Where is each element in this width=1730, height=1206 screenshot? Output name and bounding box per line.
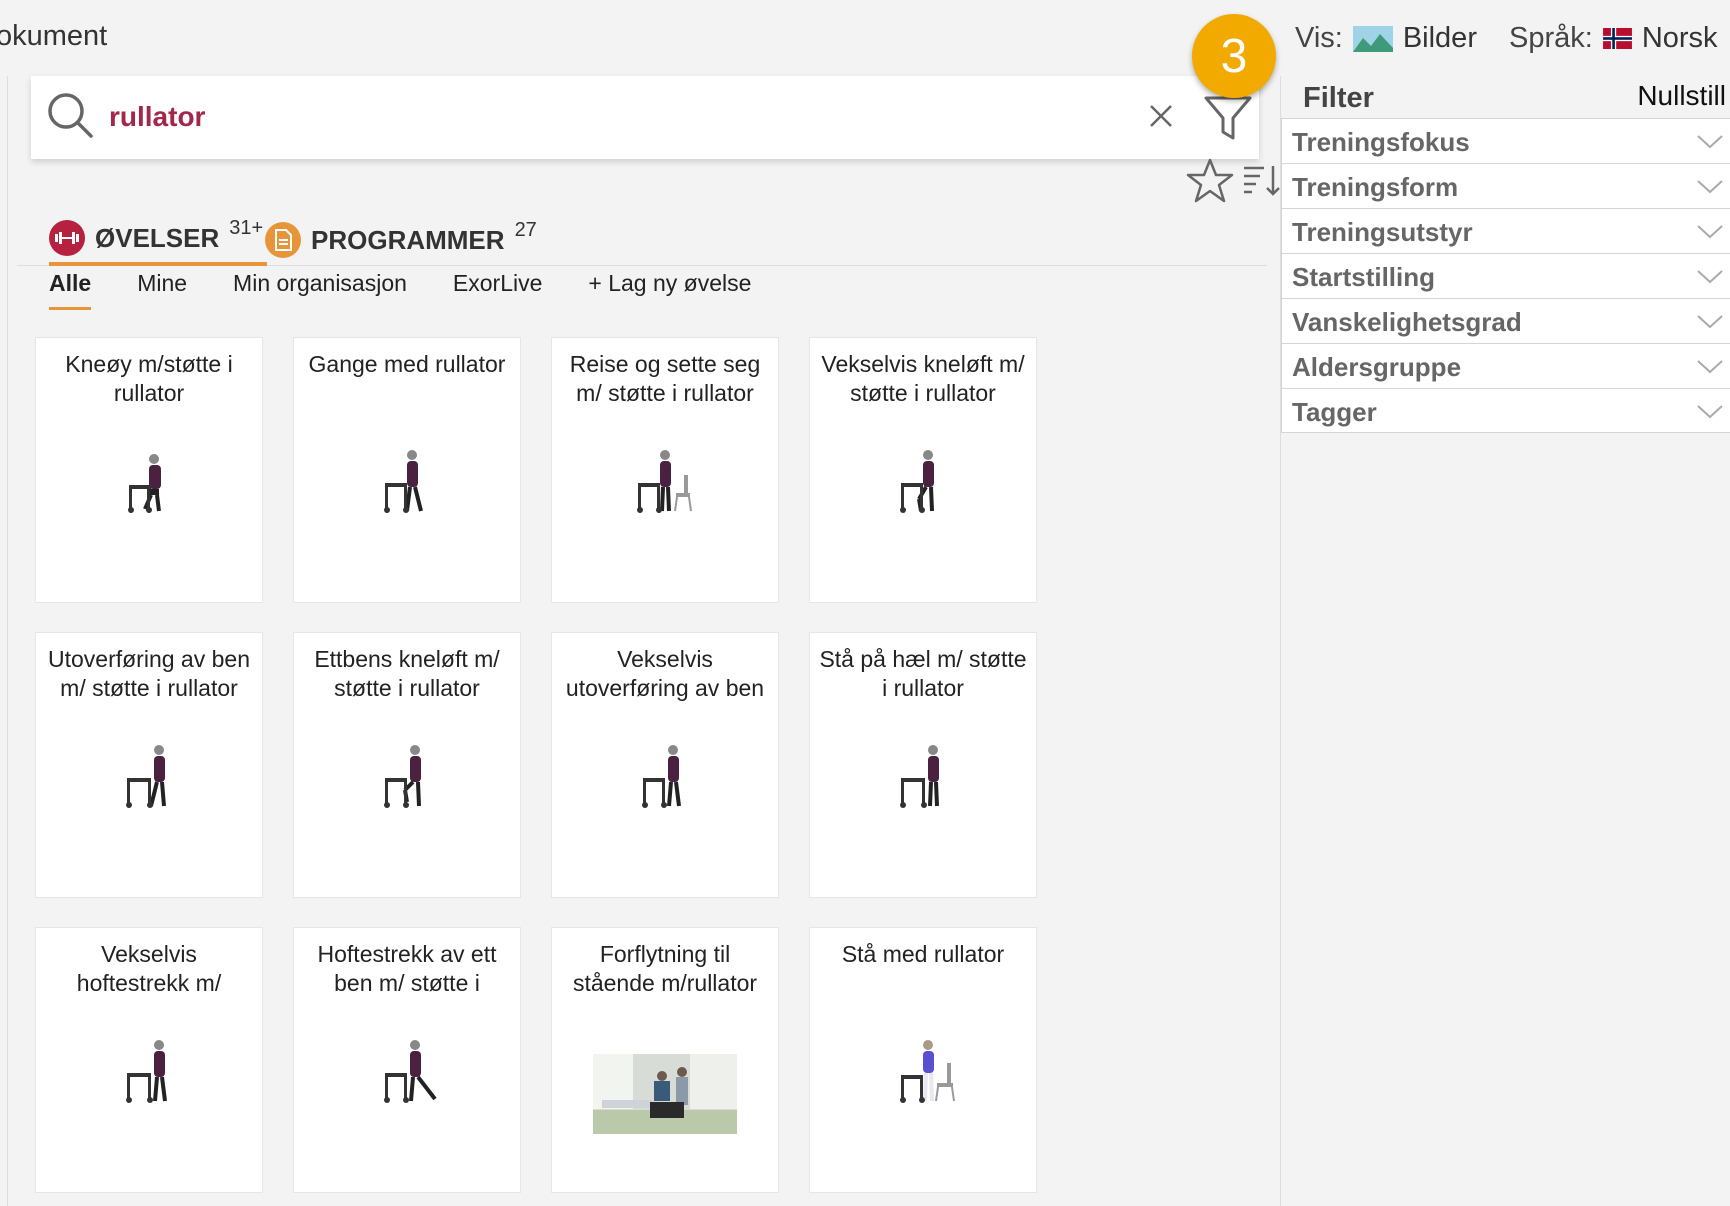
filter-panel: Filter Nullstill Treningsfokus Treningsf… (1280, 76, 1730, 1206)
chevron-down-icon (1697, 405, 1723, 419)
exercise-thumbnail (126, 745, 166, 808)
create-exercise-link[interactable]: + Lag ny øvelse (588, 270, 751, 310)
chevron-down-icon (1697, 360, 1723, 374)
exercise-card[interactable]: Stå på hæl m/ støtte i rullator (809, 632, 1037, 898)
search-input[interactable] (109, 94, 1009, 140)
filter-list: Treningsfokus Treningsform Treningsutsty… (1281, 118, 1730, 433)
exercise-thumbnail (642, 745, 681, 808)
exercise-title: Forflytning til stående m/rullator (572, 941, 758, 996)
filter-item-label: Startstilling (1292, 262, 1436, 292)
exercise-thumbnail (900, 450, 934, 513)
tab-exercises-label: ØVELSER (95, 222, 220, 253)
document-title: okument (0, 20, 108, 52)
filter-item-tags[interactable]: Tagger (1281, 388, 1730, 433)
filter-item-label: Treningsutstyr (1292, 217, 1473, 247)
exercise-title: Stå med rullator (841, 941, 1005, 967)
filter-item-training-form[interactable]: Treningsform (1281, 163, 1730, 208)
filter-item-difficulty[interactable]: Vanskelighetsgrad (1281, 298, 1730, 343)
exercise-title: Gange med rullator (308, 351, 506, 377)
subtab-exorlive[interactable]: ExorLive (453, 270, 542, 310)
filter-heading: Filter (1303, 82, 1374, 114)
dumbbell-icon (49, 220, 85, 256)
main-content: ØVELSER 31+ PROGRAMMER 27 Alle Mine Min … (9, 76, 1282, 1206)
filter-item-label: Treningsfokus (1292, 127, 1470, 157)
exercise-title: Reise og sette seg m/ støtte i rullator (569, 351, 761, 406)
sort-icon[interactable] (1242, 162, 1282, 198)
chevron-down-icon (1697, 225, 1723, 239)
exercise-title: Utoverføring av ben m/ støtte i rullator (48, 646, 250, 701)
norway-flag-icon (1602, 28, 1632, 49)
tab-programs[interactable]: PROGRAMMER 27 (265, 214, 537, 266)
exercise-card[interactable]: Kneøy m/støtte i rullator (35, 337, 263, 603)
view-label: Vis: (1295, 22, 1343, 54)
exercise-title: Vekselvis hoftestrekk m/ (76, 941, 222, 996)
search-bar (31, 76, 1259, 159)
language-value: Norsk (1641, 22, 1718, 54)
exercise-thumbnail (128, 454, 161, 513)
language-label: Språk: (1509, 22, 1593, 54)
exercise-card[interactable]: Utoverføring av ben m/ støtte i rullator (35, 632, 263, 898)
subtab-organization[interactable]: Min organisasjon (233, 270, 407, 310)
exercise-card[interactable]: Forflytning til stående m/rullator (551, 927, 779, 1193)
exercise-title: Vekselvis kneløft m/ støtte i rullator (821, 351, 1025, 406)
tab-programs-label: PROGRAMMER (311, 224, 505, 255)
close-icon[interactable] (1143, 98, 1179, 134)
exercise-card[interactable]: Gange med rullator (293, 337, 521, 603)
exercise-card[interactable]: Vekselvis kneløft m/ støtte i rullator (809, 337, 1037, 603)
view-selector[interactable]: Vis: Bilder (1295, 22, 1477, 55)
subtab-mine[interactable]: Mine (137, 270, 187, 310)
exercise-title: Vekselvis utoverføring av ben (565, 646, 765, 701)
document-icon (265, 222, 301, 258)
filter-item-start-position[interactable]: Startstilling (1281, 253, 1730, 298)
exercise-title: Stå på hæl m/ støtte i rullator (819, 646, 1027, 701)
tab-exercises[interactable]: ØVELSER 31+ (49, 214, 268, 266)
exercise-thumbnail (900, 745, 939, 808)
filter-item-label: Vanskelighetsgrad (1292, 307, 1522, 337)
filter-reset-link[interactable]: Nullstill (1637, 80, 1726, 112)
filter-item-age-group[interactable]: Aldersgruppe (1281, 343, 1730, 388)
chevron-down-icon (1697, 180, 1723, 194)
exercise-thumbnail (900, 1040, 955, 1103)
chevron-down-icon (1697, 135, 1723, 149)
content-tabs: ØVELSER 31+ PROGRAMMER 27 (17, 214, 1267, 266)
top-bar: okument Vis: Bilder Språk: Norsk (0, 0, 1730, 76)
exercise-card[interactable]: Vekselvis hoftestrekk m/ (35, 927, 263, 1193)
favorite-star-icon[interactable] (1185, 156, 1235, 206)
exercise-thumbnail (126, 1040, 167, 1103)
exercise-thumbnail (637, 450, 692, 513)
subtab-bar: Alle Mine Min organisasjon ExorLive + La… (49, 270, 797, 310)
filter-item-label: Treningsform (1292, 172, 1459, 202)
exercise-card[interactable]: Reise og sette seg m/ støtte i rullator (551, 337, 779, 603)
filter-item-label: Tagger (1292, 397, 1377, 427)
exercise-thumbnail (384, 745, 421, 808)
filter-item-training-focus[interactable]: Treningsfokus (1281, 118, 1730, 163)
exercise-card[interactable]: Hoftestrekk av ett ben m/ støtte i (293, 927, 521, 1193)
view-value: Bilder (1402, 22, 1477, 54)
search-icon (48, 93, 93, 138)
exercise-title: Hoftestrekk av ett ben m/ støtte i (317, 941, 497, 996)
filter-item-label: Aldersgruppe (1292, 352, 1462, 382)
exercise-thumbnail (384, 1040, 437, 1103)
tab-exercises-count: 31+ (229, 216, 264, 239)
exercise-title: Ettbens kneløft m/ støtte i rullator (314, 646, 500, 701)
exercise-photo (593, 1054, 737, 1134)
chevron-down-icon (1697, 315, 1723, 329)
exercise-thumbnail (384, 450, 423, 513)
landscape-icon (1352, 25, 1393, 52)
step-badge: 3 (1192, 14, 1276, 98)
subtab-all[interactable]: Alle (49, 270, 92, 310)
exercise-card[interactable]: Ettbens kneløft m/ støtte i rullator (293, 632, 521, 898)
chevron-down-icon (1697, 270, 1723, 284)
filter-item-equipment[interactable]: Treningsutstyr (1281, 208, 1730, 253)
left-sidebar-edge (0, 76, 8, 1206)
language-selector[interactable]: Språk: Norsk (1509, 22, 1718, 55)
exercise-card[interactable]: Stå med rullator (809, 927, 1037, 1193)
tab-programs-count: 27 (514, 218, 537, 241)
exercise-card[interactable]: Vekselvis utoverføring av ben (551, 632, 779, 898)
exercise-title: Kneøy m/støtte i rullator (65, 351, 233, 406)
